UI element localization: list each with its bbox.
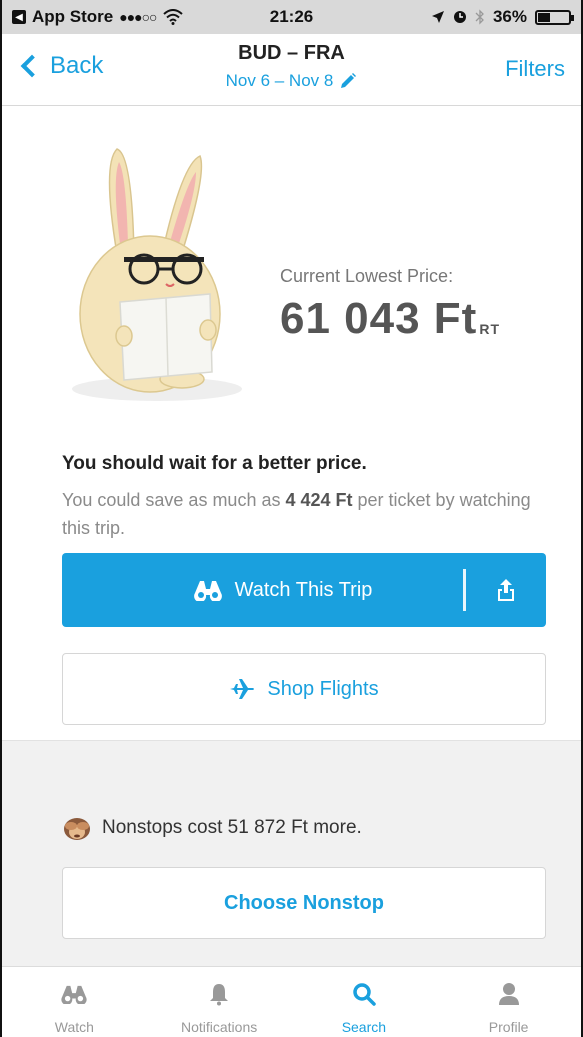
search-icon — [353, 983, 376, 1006]
binoculars-icon — [193, 581, 222, 601]
share-button[interactable] — [466, 578, 546, 602]
shop-flights-label: Shop Flights — [267, 677, 379, 700]
price-advice-body: You could save as much as 4 424 Ft per t… — [62, 486, 542, 542]
app-screen: ◀ App Store ●●●○○ 21:26 36% Back BUD – F… — [0, 0, 583, 1037]
trip-dates: Nov 6 – Nov 8 — [225, 71, 334, 90]
status-carrier[interactable]: App Store — [32, 7, 113, 27]
alarm-icon — [453, 11, 466, 23]
navigation-bar: Back BUD – FRA Nov 6 – Nov 8 Filters — [2, 34, 581, 106]
price-advice-title: You should wait for a better price. — [62, 453, 367, 474]
battery-icon — [535, 9, 574, 25]
nonstop-info: Nonstops cost 51 872 Ft more. — [62, 815, 362, 841]
battery-percent: 36% — [492, 7, 527, 26]
person-icon — [498, 983, 519, 1005]
current-lowest-price-label: Current Lowest Price: — [280, 266, 454, 286]
tab-notifications[interactable]: Notifications — [147, 967, 292, 1037]
tab-profile-label: Profile — [488, 1019, 529, 1035]
bluetooth-icon — [475, 9, 484, 25]
bell-icon — [210, 984, 229, 1006]
tab-notifications-label: Notifications — [180, 1019, 258, 1035]
price-amount: 61 043 Ft — [280, 294, 478, 343]
tab-search-label: Search — [341, 1019, 387, 1035]
advice-prefix: You could save as much as — [62, 490, 286, 510]
status-left: ◀ App Store ●●●○○ — [12, 7, 212, 27]
airplane-icon — [230, 679, 255, 699]
location-arrow-icon — [431, 11, 444, 23]
tab-profile[interactable]: Profile — [436, 967, 581, 1037]
filters-button[interactable]: Filters — [505, 56, 565, 82]
nonstop-section: Nonstops cost 51 872 Ft more. Choose Non… — [2, 740, 581, 966]
signal-icon: ●●●○○ — [119, 9, 157, 25]
back-to-app-icon[interactable]: ◀ — [12, 10, 26, 24]
route-title: BUD – FRA — [238, 42, 345, 64]
wifi-icon — [162, 9, 183, 25]
edit-dates-button[interactable]: Nov 6 – Nov 8 — [226, 71, 358, 91]
tab-search[interactable]: Search — [292, 967, 437, 1037]
watch-trip-button-group: Watch This Trip — [62, 553, 546, 627]
binoculars-icon — [61, 985, 87, 1004]
savings-amount: 4 424 Ft — [285, 490, 353, 510]
tab-watch-label: Watch — [54, 1019, 94, 1035]
bunny-mascot-illustration — [72, 148, 242, 401]
current-lowest-price: 61 043 Ft RT — [280, 294, 500, 344]
price-hero: Current Lowest Price: 61 043 Ft RT — [2, 106, 581, 436]
pencil-icon — [341, 73, 357, 88]
see-no-evil-monkey-icon — [64, 818, 90, 840]
button-divider — [463, 569, 466, 611]
shop-flights-button[interactable]: Shop Flights — [62, 653, 546, 725]
watch-trip-label: Watch This Trip — [234, 578, 373, 601]
nonstop-cost-text: Nonstops cost 51 872 Ft more. — [102, 817, 362, 838]
tab-bar: Watch Notifications Search Profile — [2, 966, 581, 1037]
choose-nonstop-button[interactable]: Choose Nonstop — [62, 867, 546, 939]
watch-trip-button[interactable]: Watch This Trip — [62, 579, 463, 602]
share-icon — [498, 579, 514, 601]
trip-header: BUD – FRA Nov 6 – Nov 8 — [2, 42, 581, 91]
round-trip-suffix: RT — [479, 321, 501, 337]
status-right: 36% — [431, 7, 574, 27]
status-bar: ◀ App Store ●●●○○ 21:26 36% — [2, 0, 581, 34]
tab-watch[interactable]: Watch — [2, 967, 147, 1037]
